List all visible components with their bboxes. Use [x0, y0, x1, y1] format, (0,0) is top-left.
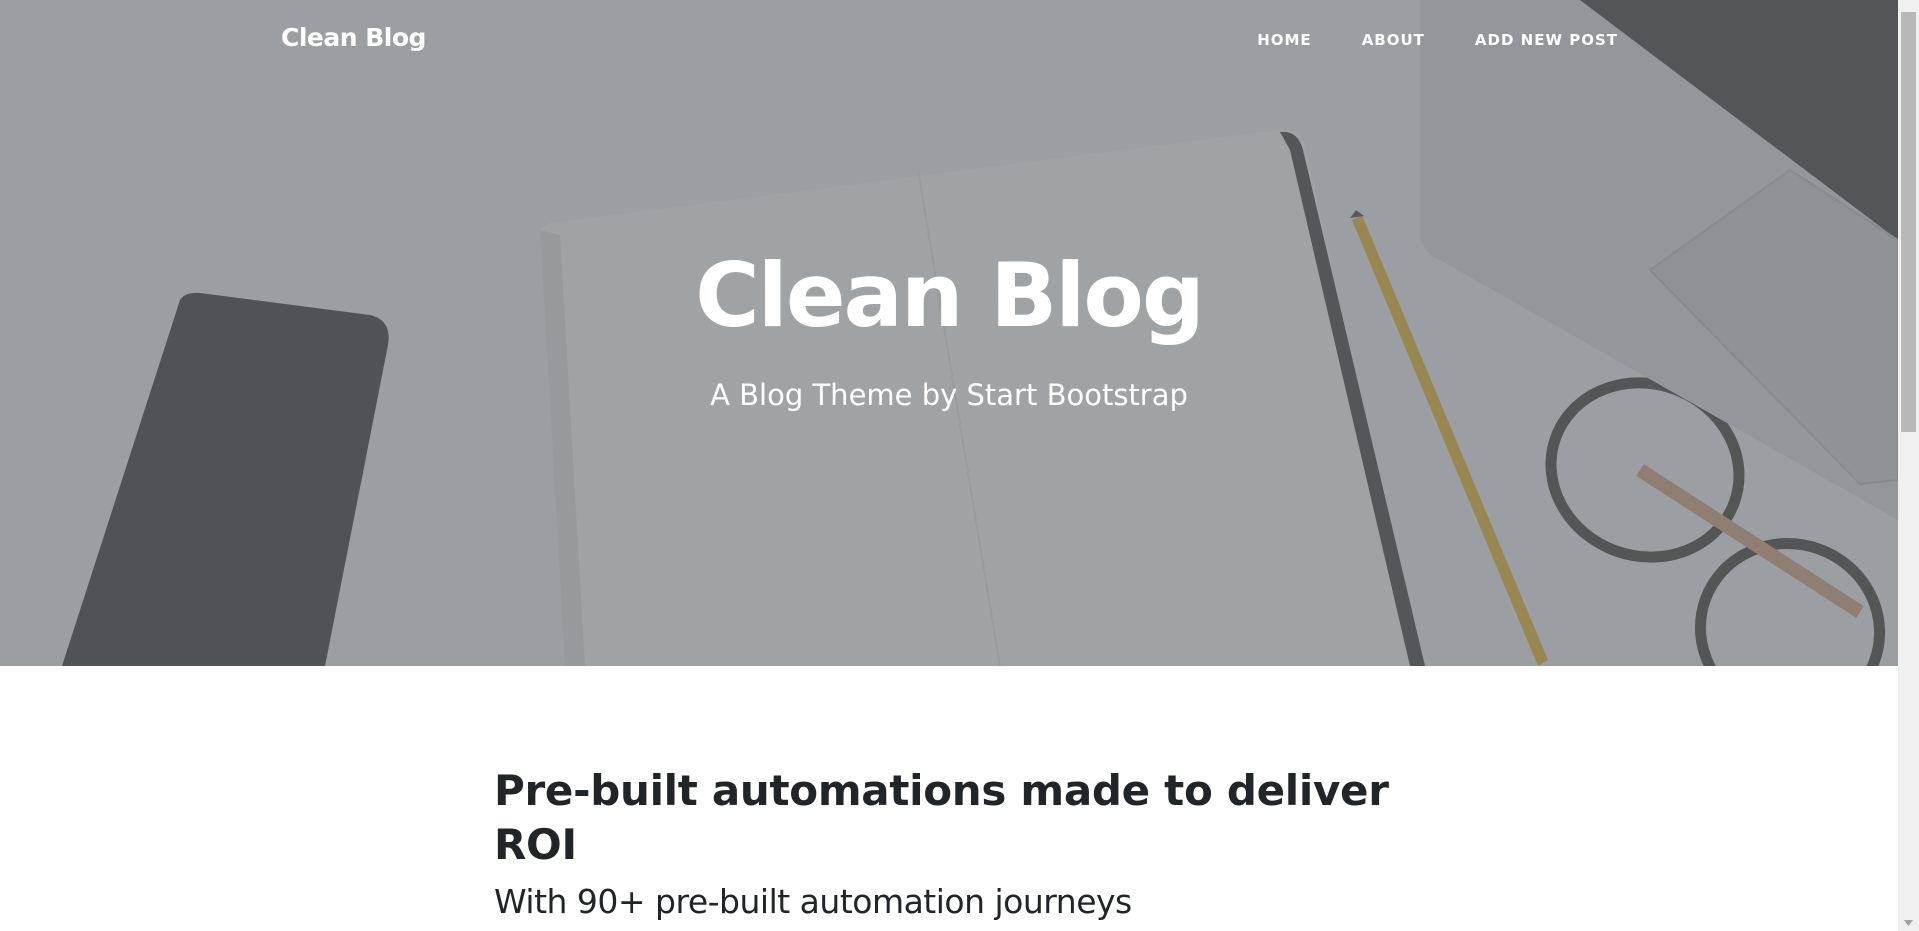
navbar: Clean Blog HOME ABOUT ADD NEW POST — [0, 0, 1898, 82]
vertical-scrollbar[interactable] — [1898, 0, 1919, 931]
browser-viewport: Clean Blog HOME ABOUT ADD NEW POST Clean… — [0, 0, 1919, 931]
post-title[interactable]: Pre-built automations made to deliver RO… — [494, 764, 1394, 872]
post-subtitle[interactable]: With 90+ pre-built automation journeys — [494, 882, 1454, 922]
hero-title: Clean Blog — [695, 244, 1205, 347]
navbar-brand[interactable]: Clean Blog — [281, 23, 426, 52]
scrollbar-thumb[interactable] — [1901, 12, 1916, 432]
nav-item-about: ABOUT — [1362, 30, 1425, 49]
nav-item-home: HOME — [1257, 30, 1311, 49]
page: Clean Blog HOME ABOUT ADD NEW POST Clean… — [0, 0, 1898, 931]
nav-item-add-new-post: ADD NEW POST — [1475, 30, 1618, 49]
nav-link-about[interactable]: ABOUT — [1362, 31, 1425, 49]
hero-subtitle: A Blog Theme by Start Bootstrap — [710, 378, 1188, 412]
nav-link-home[interactable]: HOME — [1257, 31, 1311, 49]
masthead: Clean Blog HOME ABOUT ADD NEW POST Clean… — [0, 0, 1898, 666]
post-preview[interactable]: Pre-built automations made to deliver RO… — [494, 764, 1454, 922]
chevron-down-icon[interactable] — [1898, 914, 1919, 931]
nav-links: HOME ABOUT ADD NEW POST — [1207, 30, 1618, 49]
nav-link-add-new-post[interactable]: ADD NEW POST — [1475, 31, 1618, 49]
